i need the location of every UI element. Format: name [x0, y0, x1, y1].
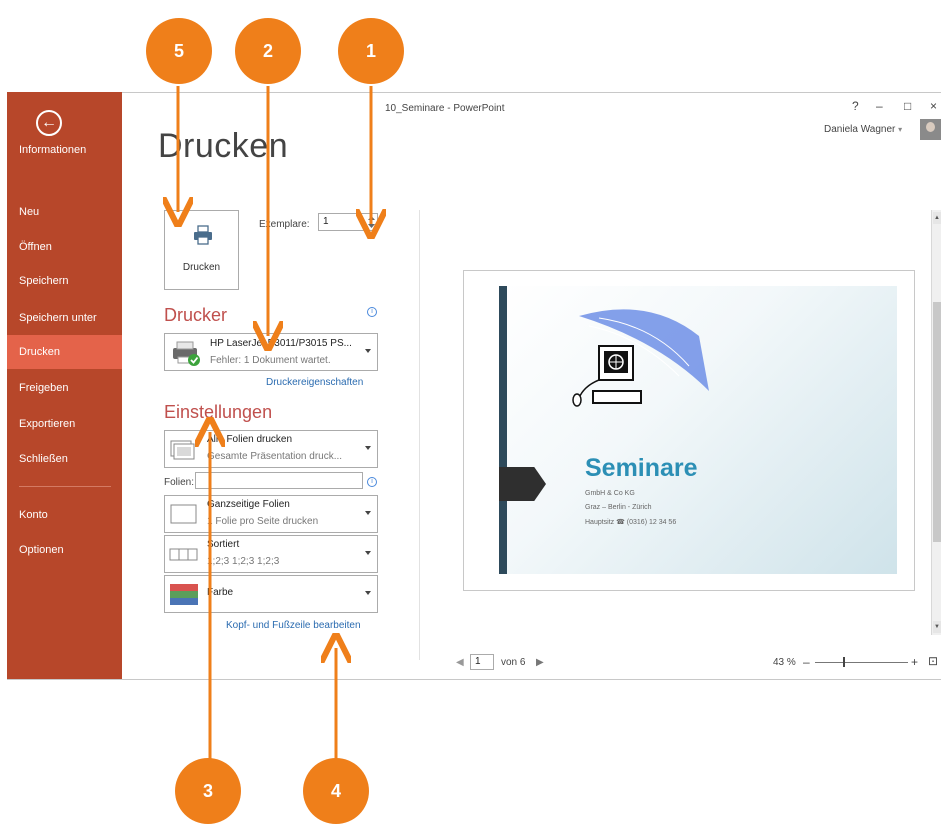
info-icon[interactable]: i [367, 307, 377, 317]
nav-item-neu[interactable]: Neu [7, 195, 122, 229]
nav-item-informationen[interactable]: Informationen [7, 133, 122, 167]
page-title: Drucken [158, 127, 289, 165]
callout-badge-1: 1 [338, 18, 404, 84]
page-count: von 6 [501, 657, 526, 668]
maximize-button[interactable]: □ [904, 99, 911, 113]
nav-item-oeffnen[interactable]: Öffnen [7, 230, 122, 264]
spin-arrows-icon[interactable] [367, 215, 376, 229]
zoom-in-button[interactable]: + [911, 655, 918, 669]
previous-page-icon[interactable]: ◀ [456, 657, 464, 668]
nav-item-schliessen[interactable]: Schließen [7, 442, 122, 476]
print-range-value: Alle Folien drucken [207, 434, 293, 445]
print-range-description: Gesamte Präsentation druck... [207, 451, 343, 462]
zoom-level: 43 % [773, 657, 796, 668]
help-button[interactable]: ? [852, 99, 859, 113]
full-page-slide-icon [170, 504, 197, 524]
header-footer-link[interactable]: Kopf- und Fußzeile bearbeiten [226, 620, 361, 631]
printer-dropdown[interactable]: HP LaserJet P3011/P3015 PS... Fehler: 1 … [164, 333, 378, 371]
callout-badge-4: 4 [303, 758, 369, 824]
copies-value: 1 [323, 216, 329, 227]
chevron-down-icon [365, 511, 371, 515]
nav-item-exportieren[interactable]: Exportieren [7, 407, 122, 441]
callout-badge-3: 3 [175, 758, 241, 824]
collation-value: Sortiert [207, 539, 240, 550]
layout-value: Ganzseitige Folien [207, 499, 290, 510]
print-button-label: Drucken [182, 262, 221, 273]
printer-properties-link[interactable]: Druckereigenschaften [266, 377, 363, 388]
window-title: 10_Seminare - PowerPoint [385, 103, 505, 114]
print-range-dropdown[interactable]: Alle Folien drucken Gesamte Präsentation… [164, 430, 378, 468]
slides-input[interactable] [195, 472, 363, 489]
chevron-down-icon: ▾ [898, 125, 903, 134]
printer-status: Fehler: 1 Dokument wartet. [210, 355, 331, 366]
avatar[interactable] [920, 119, 941, 140]
nav-item-drucken[interactable]: Drucken [7, 335, 122, 369]
scroll-down-icon[interactable]: ▼ [933, 621, 941, 633]
chevron-down-icon [365, 446, 371, 450]
printer-ready-icon [173, 341, 200, 366]
nav-item-freigeben[interactable]: Freigeben [7, 371, 122, 405]
printer-name: HP LaserJet P3011/P3015 PS... [210, 338, 352, 349]
nav-item-optionen[interactable]: Optionen [7, 533, 122, 567]
copies-stepper[interactable]: 1 [318, 213, 378, 231]
nav-divider [19, 486, 111, 487]
collated-pages-icon [169, 548, 198, 561]
zoom-slider-thumb[interactable] [843, 657, 845, 667]
printer-section-title: Drucker [164, 305, 228, 325]
print-button[interactable]: Drucken [164, 210, 239, 290]
backstage-sidebar: ← Informationen Neu Öffnen Speichern Spe… [7, 92, 122, 679]
minimize-button[interactable]: – [876, 99, 883, 113]
zoom-out-button[interactable]: – [803, 655, 810, 669]
color-value: Farbe [207, 587, 234, 598]
nav-item-speichern[interactable]: Speichern [7, 264, 122, 298]
copies-label: Exemplare: [259, 219, 310, 230]
zoom-slider-track[interactable] [815, 662, 908, 663]
network-computer-icon [572, 309, 709, 407]
nav-item-speichern-unter[interactable]: Speichern unter [7, 301, 122, 335]
slide-preview: Seminare GmbH & Co KG Graz – Berlin - Zü… [463, 270, 915, 591]
collation-description: 1;2;3 1;2;3 1;2;3 [207, 556, 280, 567]
callout-badge-5: 5 [146, 18, 212, 84]
layout-dropdown[interactable]: Ganzseitige Folien 1 Folie pro Seite dru… [164, 495, 378, 533]
slide-subtitle-line: Hauptsitz ☎ (0316) 12 34 56 [585, 519, 677, 526]
slide-subtitle-line: GmbH & Co KG [585, 490, 635, 497]
settings-section-title: Einstellungen [164, 402, 273, 422]
color-swatch-icon [170, 584, 198, 605]
next-page-icon[interactable]: ▶ [536, 657, 544, 668]
info-icon[interactable]: i [367, 477, 377, 487]
fit-to-window-icon[interactable]: ⊡ [928, 654, 938, 668]
slide-subtitle-line: Graz – Berlin - Zürich [585, 504, 652, 511]
close-button[interactable]: × [930, 99, 937, 113]
chevron-down-icon [365, 591, 371, 595]
nav-item-konto[interactable]: Konto [7, 498, 122, 532]
slides-stack-icon [170, 440, 195, 460]
slide-accent-bar [499, 286, 507, 574]
scrollbar-thumb[interactable] [933, 302, 941, 542]
panel-divider [419, 210, 420, 660]
preview-scrollbar[interactable]: ▲ ▼ [931, 210, 941, 635]
collation-dropdown[interactable]: Sortiert 1;2;3 1;2;3 1;2;3 [164, 535, 378, 573]
color-dropdown[interactable]: Farbe [164, 575, 378, 613]
scroll-up-icon[interactable]: ▲ [933, 212, 941, 224]
user-account[interactable]: Daniela Wagner ▾ [824, 124, 902, 135]
chevron-down-icon [365, 551, 371, 555]
printer-icon [194, 225, 212, 245]
callout-badge-2: 2 [235, 18, 301, 84]
slides-label: Folien: [164, 477, 195, 488]
slide-title: Seminare [585, 454, 698, 482]
chevron-down-icon [365, 349, 371, 353]
page-number-input[interactable]: 1 [470, 654, 494, 670]
user-name: Daniela Wagner [824, 124, 896, 135]
layout-description: 1 Folie pro Seite drucken [207, 516, 319, 527]
